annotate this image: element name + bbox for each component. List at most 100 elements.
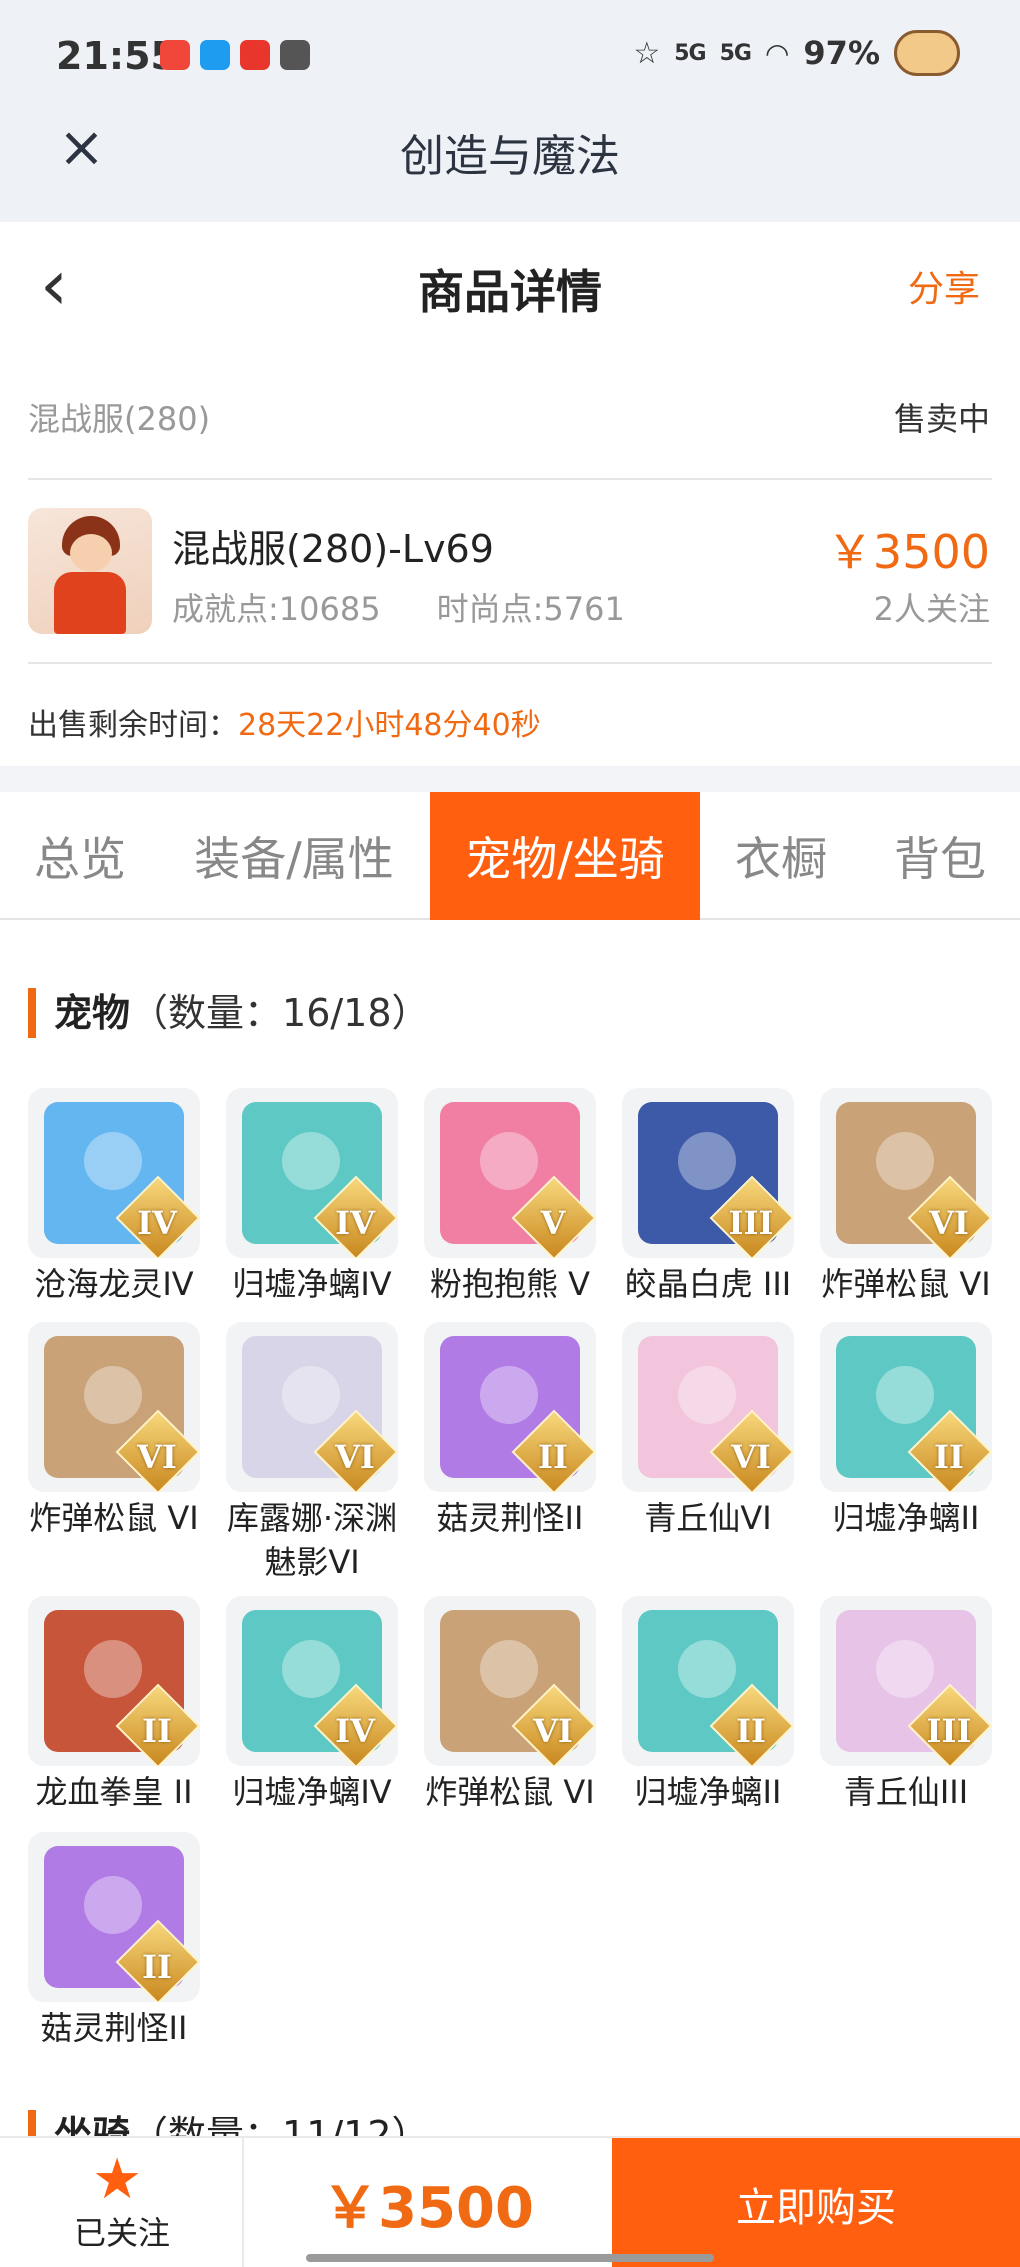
pet-rank: VI bbox=[335, 1438, 375, 1476]
pet-item[interactable]: II 归墟净螭II bbox=[820, 1322, 992, 1540]
pets-title: 宠物 bbox=[54, 991, 131, 1035]
buy-now-button[interactable]: 立即购买 bbox=[612, 2138, 1020, 2267]
pet-item[interactable]: VI 炸弹松鼠 VI bbox=[424, 1596, 596, 1814]
goods-meta: 成就点:10685 时尚点:5761 bbox=[172, 584, 625, 630]
pet-item[interactable]: VI 库露娜·深渊魅影VI bbox=[226, 1322, 398, 1584]
section-gap bbox=[0, 766, 1020, 792]
pet-name: 青丘仙VI bbox=[644, 1499, 772, 1537]
pet-name: 归墟净螭II bbox=[634, 1773, 782, 1811]
pet-name: 龙血拳皇 II bbox=[35, 1773, 193, 1811]
pet-rank: IV bbox=[335, 1204, 375, 1242]
pet-item[interactable]: V 粉抱抱熊 V bbox=[424, 1088, 596, 1306]
pet-image: II bbox=[622, 1596, 794, 1766]
goods-price: ￥3500 bbox=[826, 525, 990, 579]
wifi-icon: ◠ bbox=[764, 36, 790, 70]
pet-rank: III bbox=[728, 1204, 774, 1242]
pet-image: IV bbox=[28, 1088, 200, 1258]
pet-rank: II bbox=[736, 1712, 766, 1750]
pet-image: IV bbox=[226, 1088, 398, 1258]
pet-item[interactable]: VI 青丘仙VI bbox=[622, 1322, 794, 1540]
qq-icon bbox=[200, 40, 230, 70]
status-right: ☆ 5G 5G ◠ 97% bbox=[633, 30, 960, 76]
divider bbox=[28, 662, 992, 664]
tab-overview[interactable]: 总览 bbox=[0, 792, 160, 920]
bottom-price: ￥3500 bbox=[322, 2176, 534, 2241]
pet-name: 菇灵荆怪II bbox=[40, 2009, 188, 2047]
battery-level: 97% bbox=[803, 34, 880, 72]
pet-rank: V bbox=[540, 1204, 566, 1242]
pet-item[interactable]: VI 炸弹松鼠 VI bbox=[820, 1088, 992, 1306]
detail-tabs: 总览 装备/属性 宠物/坐骑 衣橱 背包 bbox=[0, 792, 1020, 920]
pet-image: VI bbox=[226, 1322, 398, 1492]
pet-rank: VI bbox=[137, 1438, 177, 1476]
pet-image: VI bbox=[424, 1596, 596, 1766]
pet-name: 菇灵荆怪II bbox=[436, 1499, 584, 1537]
pet-rank: II bbox=[538, 1438, 568, 1476]
follow-button[interactable]: ★ 已关注 bbox=[0, 2138, 244, 2267]
pet-item[interactable]: II 归墟净螭II bbox=[622, 1596, 794, 1814]
follower-count: 2人关注 bbox=[873, 590, 990, 628]
pet-item[interactable]: III 皎晶白虎 III bbox=[622, 1088, 794, 1306]
tab-backpack[interactable]: 背包 bbox=[870, 792, 1010, 920]
pet-name: 归墟净螭IV bbox=[232, 1773, 392, 1811]
pet-item[interactable]: IV 沧海龙灵IV bbox=[28, 1088, 200, 1306]
remaining-time-value: 28天22小时48分40秒 bbox=[238, 708, 541, 743]
star-icon: ☆ bbox=[633, 35, 661, 71]
pet-rank: II bbox=[142, 1948, 172, 1986]
pet-item[interactable]: IV 归墟净螭IV bbox=[226, 1596, 398, 1814]
app-title: 创造与魔法 bbox=[400, 131, 620, 182]
pet-name: 沧海龙灵IV bbox=[34, 1265, 194, 1303]
remaining-time: 出售剩余时间：28天22小时48分40秒 bbox=[28, 700, 541, 744]
pet-name: 归墟净螭II bbox=[832, 1499, 980, 1537]
server-name: 混战服(280) bbox=[28, 400, 211, 438]
pet-item[interactable]: II 龙血拳皇 II bbox=[28, 1596, 200, 1814]
fashion-points: 时尚点:5761 bbox=[436, 590, 625, 628]
pet-name: 炸弹松鼠 VI bbox=[425, 1773, 595, 1811]
pet-image: VI bbox=[622, 1322, 794, 1492]
status-time: 21:55 bbox=[56, 34, 177, 78]
sale-status: 售卖中 bbox=[893, 400, 990, 438]
pet-name: 炸弹松鼠 VI bbox=[821, 1265, 991, 1303]
pet-rank: VI bbox=[731, 1438, 771, 1476]
status-app-icons bbox=[160, 40, 310, 70]
home-indicator bbox=[306, 2254, 714, 2262]
pet-image: II bbox=[28, 1832, 200, 2002]
sheep-avatar-icon bbox=[894, 30, 960, 76]
achievement-points: 成就点:10685 bbox=[172, 590, 381, 628]
pet-name: 青丘仙III bbox=[843, 1773, 969, 1811]
pet-rank: IV bbox=[335, 1712, 375, 1750]
follow-label: 已关注 bbox=[73, 2214, 170, 2252]
pet-image: II bbox=[820, 1322, 992, 1492]
star-icon: ★ bbox=[92, 2147, 143, 2212]
signal-icon: 5G bbox=[674, 40, 706, 66]
bottom-bar: ★ 已关注 ￥3500 立即购买 bbox=[0, 2136, 1020, 2267]
pet-item[interactable]: III 青丘仙III bbox=[820, 1596, 992, 1814]
pets-count: （数量：16/18） bbox=[130, 991, 430, 1035]
red-app-icon bbox=[240, 40, 270, 70]
pet-image: II bbox=[28, 1596, 200, 1766]
pet-image: II bbox=[424, 1322, 596, 1492]
pet-name: 粉抱抱熊 V bbox=[429, 1265, 591, 1303]
pet-image: III bbox=[622, 1088, 794, 1258]
pet-image: VI bbox=[820, 1088, 992, 1258]
pet-image: IV bbox=[226, 1596, 398, 1766]
pet-name: 库露娜·深渊魅影VI bbox=[226, 1499, 398, 1581]
tab-wardrobe[interactable]: 衣橱 bbox=[716, 792, 846, 920]
shopping-app-icon bbox=[160, 40, 190, 70]
pet-item[interactable]: II 菇灵荆怪II bbox=[424, 1322, 596, 1540]
signal-icon: 5G bbox=[719, 40, 752, 66]
pet-rank: VI bbox=[929, 1204, 969, 1242]
pet-rank: IV bbox=[137, 1204, 177, 1242]
pet-item[interactable]: II 菇灵荆怪II bbox=[28, 1832, 200, 2050]
pet-item[interactable]: VI 炸弹松鼠 VI bbox=[28, 1322, 200, 1540]
tab-equipment[interactable]: 装备/属性 bbox=[176, 792, 412, 920]
pet-rank: III bbox=[926, 1712, 972, 1750]
pet-item[interactable]: IV 归墟净螭IV bbox=[226, 1088, 398, 1306]
pet-name: 皎晶白虎 III bbox=[624, 1265, 792, 1303]
pet-rank: II bbox=[142, 1712, 172, 1750]
divider bbox=[28, 478, 992, 480]
tab-pets-mounts[interactable]: 宠物/坐骑 bbox=[430, 792, 700, 920]
share-button[interactable]: 分享 bbox=[908, 260, 980, 312]
pets-section-title: 宠物（数量：16/18） bbox=[28, 988, 430, 1038]
pet-rank: II bbox=[934, 1438, 964, 1476]
